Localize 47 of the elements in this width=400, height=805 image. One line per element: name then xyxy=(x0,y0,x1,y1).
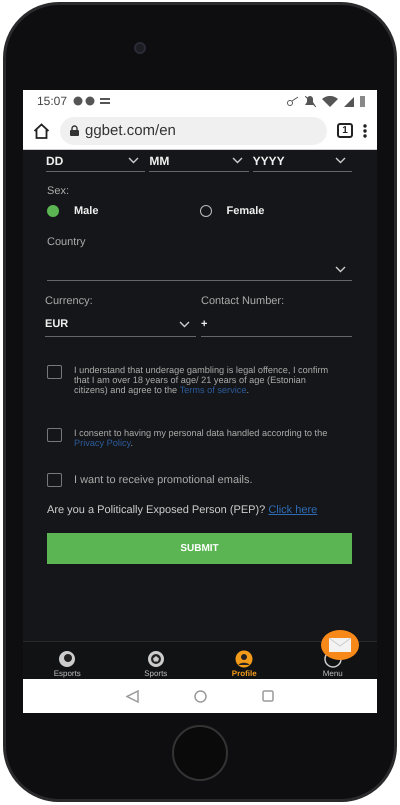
currency-select[interactable]: EUR xyxy=(45,312,196,337)
ball-icon xyxy=(146,650,165,668)
url-field[interactable]: ggbet.com/en xyxy=(60,116,327,144)
radio-button[interactable] xyxy=(200,205,212,217)
battery-icon xyxy=(360,96,365,106)
radio-label: Male xyxy=(74,205,98,217)
checkbox[interactable] xyxy=(47,473,62,487)
phone-field[interactable]: + xyxy=(201,312,352,337)
nav-tab[interactable]: Profile xyxy=(200,642,288,679)
more-icon[interactable] xyxy=(363,124,367,138)
key-icon xyxy=(287,96,299,106)
nav-tab[interactable]: Esports xyxy=(23,642,112,679)
lock-icon xyxy=(70,125,79,136)
chevron-down-icon xyxy=(334,157,346,164)
consent-text: I understand that underage gambling is legal offence, I confirm that I am over 18 years of age/ 21 years of age (Estonian citizens) and agree to the Terms of service. xyxy=(74,365,330,395)
date-select[interactable]: YYYY xyxy=(252,150,352,172)
contact-label: Contact Number: xyxy=(201,295,286,307)
date-select[interactable]: DD xyxy=(46,150,146,172)
chevron-down-icon xyxy=(335,266,346,273)
currency-label: Currency: xyxy=(45,295,94,307)
back-icon[interactable] xyxy=(126,690,139,702)
radio-label: Female xyxy=(226,205,264,217)
sex-label: Sex: xyxy=(47,185,70,197)
consent-text: I want to receive promotional emails. xyxy=(74,473,253,487)
home-icon[interactable] xyxy=(33,122,50,138)
nav-tab[interactable]: Sports xyxy=(112,642,200,679)
chevron-down-icon xyxy=(128,157,140,164)
envelope-icon xyxy=(329,638,351,652)
checkbox[interactable] xyxy=(47,365,62,379)
muted-bell-icon xyxy=(305,96,316,106)
country-select[interactable]: Country xyxy=(47,236,352,281)
date-select[interactable]: MM xyxy=(149,150,249,172)
checkbox[interactable] xyxy=(47,428,62,442)
wifi-icon xyxy=(322,96,338,106)
status-time: 15:07 xyxy=(37,94,68,108)
home-circle-icon[interactable] xyxy=(194,690,207,702)
tab-count-button[interactable]: 1 xyxy=(337,123,353,138)
camera-icon xyxy=(134,42,146,54)
mail-button[interactable] xyxy=(321,630,359,660)
chevron-down-icon xyxy=(179,320,190,328)
user-icon xyxy=(235,650,254,668)
radio-button[interactable] xyxy=(47,205,59,217)
consent-text: I consent to having my personal data handled according to the Privacy Policy. xyxy=(74,428,328,448)
chevron-down-icon xyxy=(232,157,243,164)
signal-icon xyxy=(344,96,354,106)
recents-icon[interactable] xyxy=(262,690,274,702)
pep-question: Are you a Politically Exposed Person (PEP)? Click here xyxy=(47,504,318,516)
